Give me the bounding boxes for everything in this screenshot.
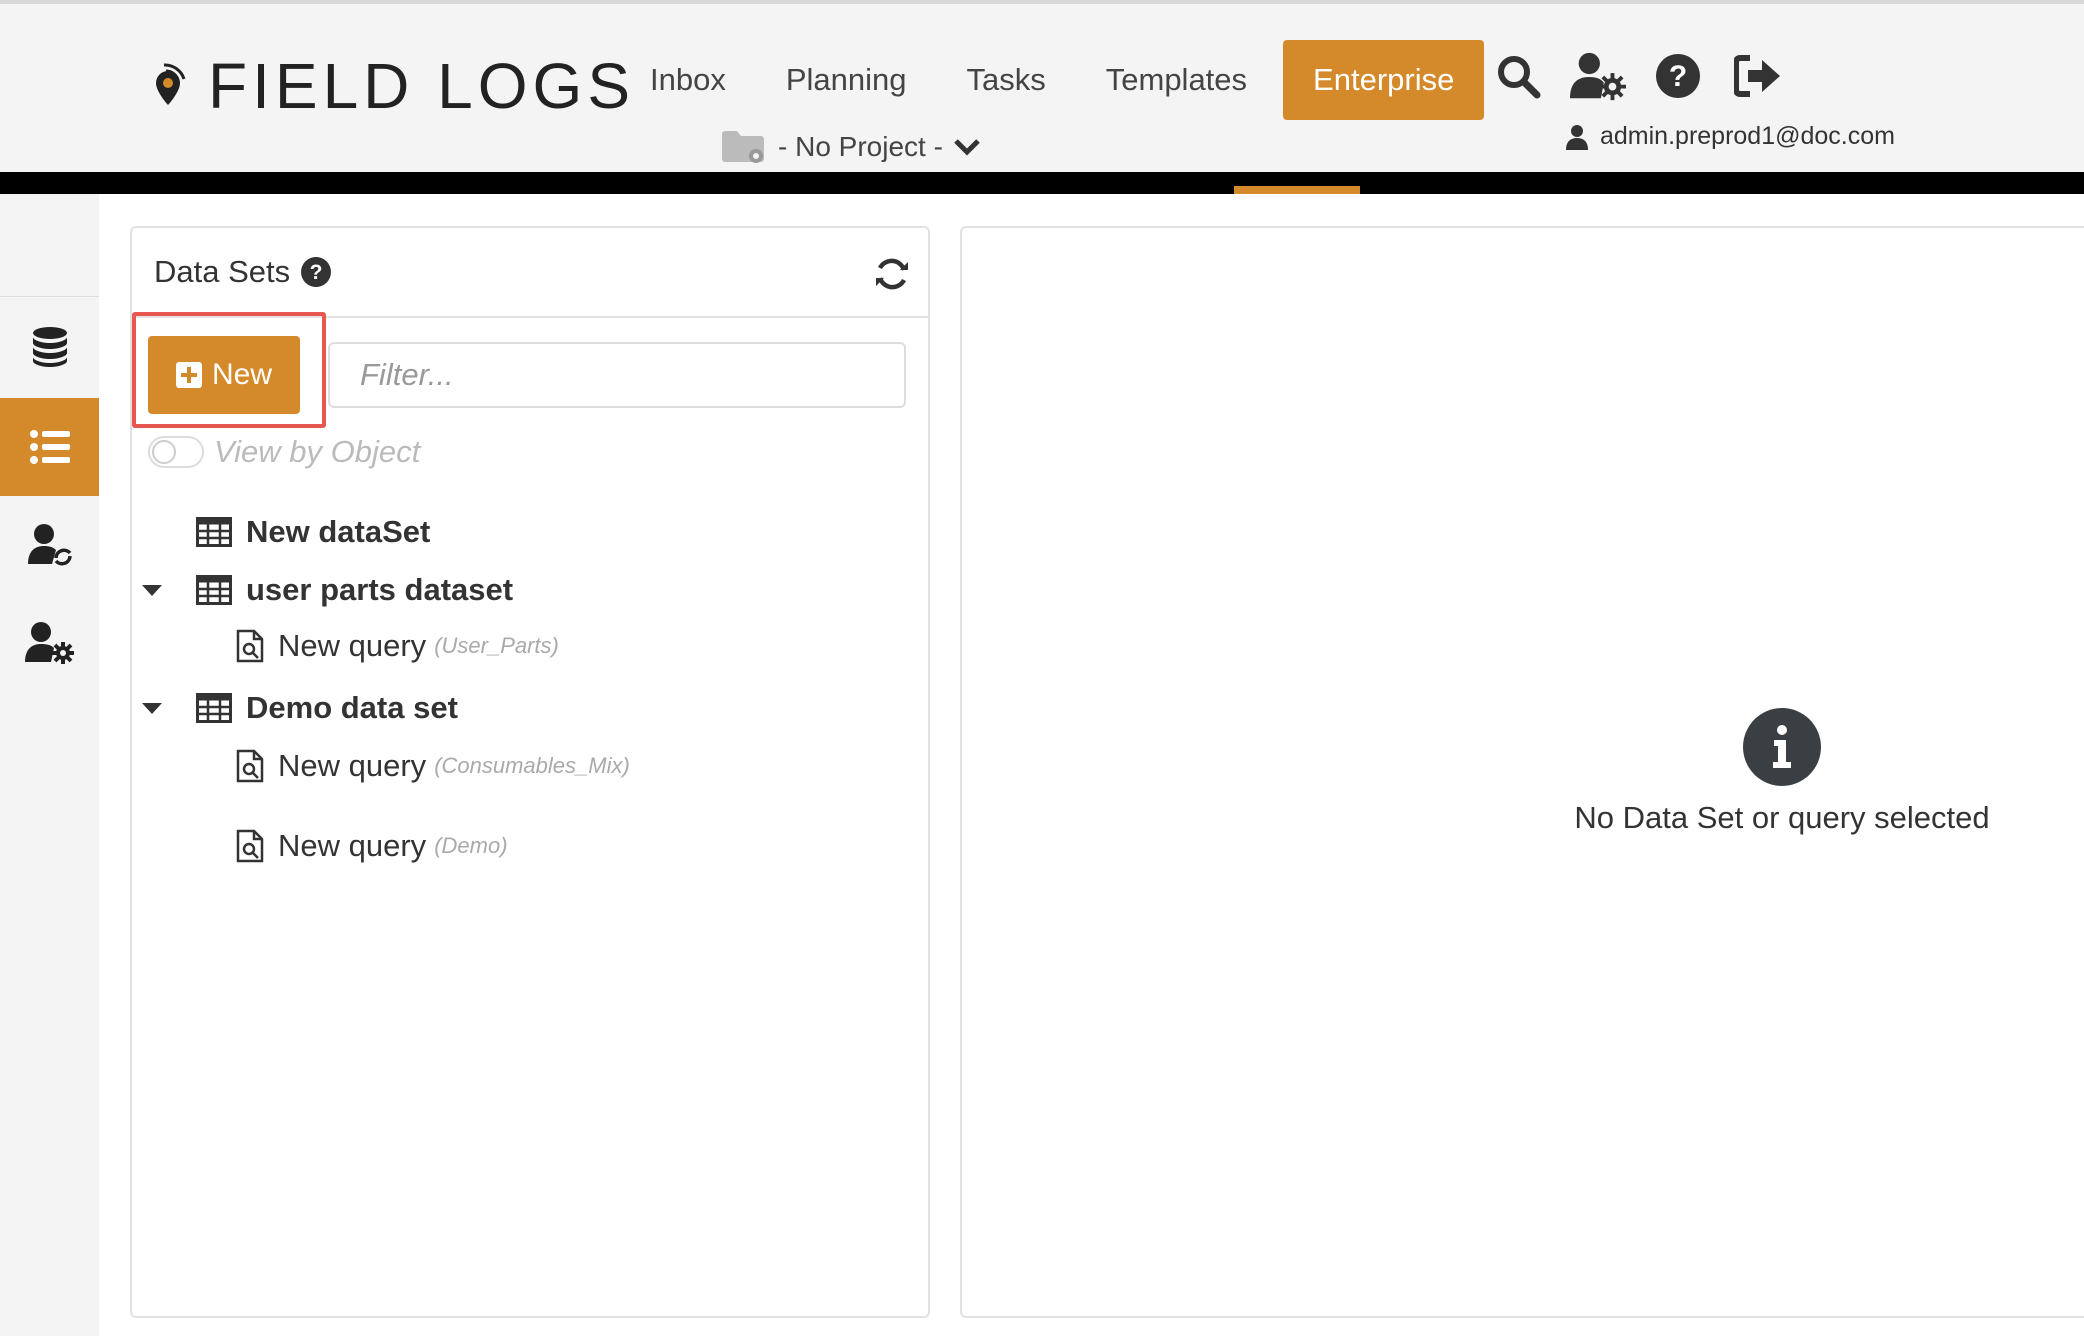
sidebar (0, 194, 99, 1336)
dataset-label: New dataSet (246, 514, 431, 549)
datasets-panel-header: Data Sets ? (132, 228, 928, 318)
user-info: admin.preprod1@doc.com (1566, 122, 1895, 151)
sidebar-item-list[interactable] (0, 398, 99, 496)
nav-tasks[interactable]: Tasks (937, 40, 1076, 120)
info-icon (1743, 708, 1821, 786)
folder-settings-icon (722, 131, 764, 163)
detail-panel: No Data Set or query selected (960, 226, 2084, 1318)
nav-inbox[interactable]: Inbox (620, 40, 756, 120)
help-icon[interactable]: ? (1650, 48, 1706, 104)
user-icon (1566, 124, 1588, 150)
dataset-label: user parts dataset (246, 572, 514, 607)
search-icon[interactable] (1490, 48, 1546, 104)
new-dataset-button[interactable]: New (148, 336, 300, 414)
user-settings-icon (24, 622, 74, 664)
dataset-row[interactable]: user parts dataset (142, 572, 513, 608)
active-tab-indicator (1234, 186, 1360, 194)
query-row[interactable]: New query (User_Parts) (236, 628, 559, 664)
svg-text:?: ? (310, 261, 323, 284)
user-settings-icon[interactable] (1570, 48, 1626, 104)
sidebar-divider (0, 296, 99, 297)
table-icon (196, 517, 232, 547)
list-icon (29, 430, 70, 464)
query-label: New query (278, 828, 427, 863)
logout-icon[interactable] (1730, 48, 1786, 104)
view-by-object-toggle-row: View by Object (148, 434, 420, 470)
query-object: (Demo) (434, 833, 508, 858)
nav-templates[interactable]: Templates (1076, 40, 1277, 120)
app-header: FIELD LOGS Inbox Planning Tasks Template… (0, 4, 2084, 172)
query-label: New query (278, 748, 427, 783)
sidebar-item-user-sync[interactable] (0, 496, 99, 594)
view-by-object-toggle[interactable] (148, 436, 204, 468)
sidebar-item-user-settings[interactable] (0, 594, 99, 692)
main-nav: Inbox Planning Tasks Templates Enterpris… (620, 40, 1485, 120)
location-pin-icon (142, 61, 186, 111)
new-button-label: New (211, 358, 272, 391)
empty-message: No Data Set or query selected (1574, 800, 1990, 835)
refresh-icon[interactable] (874, 256, 910, 292)
app-logo[interactable]: FIELD LOGS (142, 54, 635, 118)
caret-down-icon[interactable] (142, 584, 162, 596)
plus-icon (175, 362, 202, 388)
datasets-panel: Data Sets ? New View by Object New dataS… (130, 226, 930, 1318)
caret-down-icon[interactable] (142, 702, 162, 714)
nav-planning[interactable]: Planning (756, 40, 937, 120)
query-file-icon (236, 749, 264, 783)
dataset-row[interactable]: Demo data set (142, 690, 458, 726)
query-file-icon (236, 829, 264, 863)
database-icon (32, 327, 67, 367)
query-object: (Consumables_Mix) (434, 753, 630, 778)
toggle-knob (152, 440, 176, 464)
header-icons: ? (1490, 48, 1810, 104)
query-row[interactable]: New query (Demo) (236, 828, 508, 864)
dataset-row[interactable]: New dataSet (196, 514, 430, 550)
user-email: admin.preprod1@doc.com (1600, 122, 1895, 150)
help-icon[interactable]: ? (300, 256, 332, 288)
user-sync-icon (27, 524, 72, 566)
panel-title: Data Sets (154, 254, 291, 289)
sidebar-item-database[interactable] (0, 298, 99, 396)
query-object: (User_Parts) (434, 633, 559, 658)
toggle-label: View by Object (214, 434, 421, 469)
query-file-icon (236, 629, 264, 663)
nav-enterprise[interactable]: Enterprise (1283, 40, 1485, 120)
svg-text:?: ? (1669, 60, 1687, 93)
header-divider (0, 172, 2084, 194)
chevron-down-icon (954, 139, 980, 156)
filter-input[interactable] (328, 342, 906, 408)
query-row[interactable]: New query (Consumables_Mix) (236, 748, 630, 784)
dataset-label: Demo data set (246, 690, 458, 725)
project-selector[interactable]: - No Project - (722, 130, 981, 164)
empty-state: No Data Set or query selected (1542, 708, 2022, 836)
table-icon (196, 693, 232, 723)
project-label: - No Project - (778, 131, 943, 162)
logo-text: FIELD LOGS (208, 50, 635, 122)
query-label: New query (278, 628, 427, 663)
table-icon (196, 575, 232, 605)
